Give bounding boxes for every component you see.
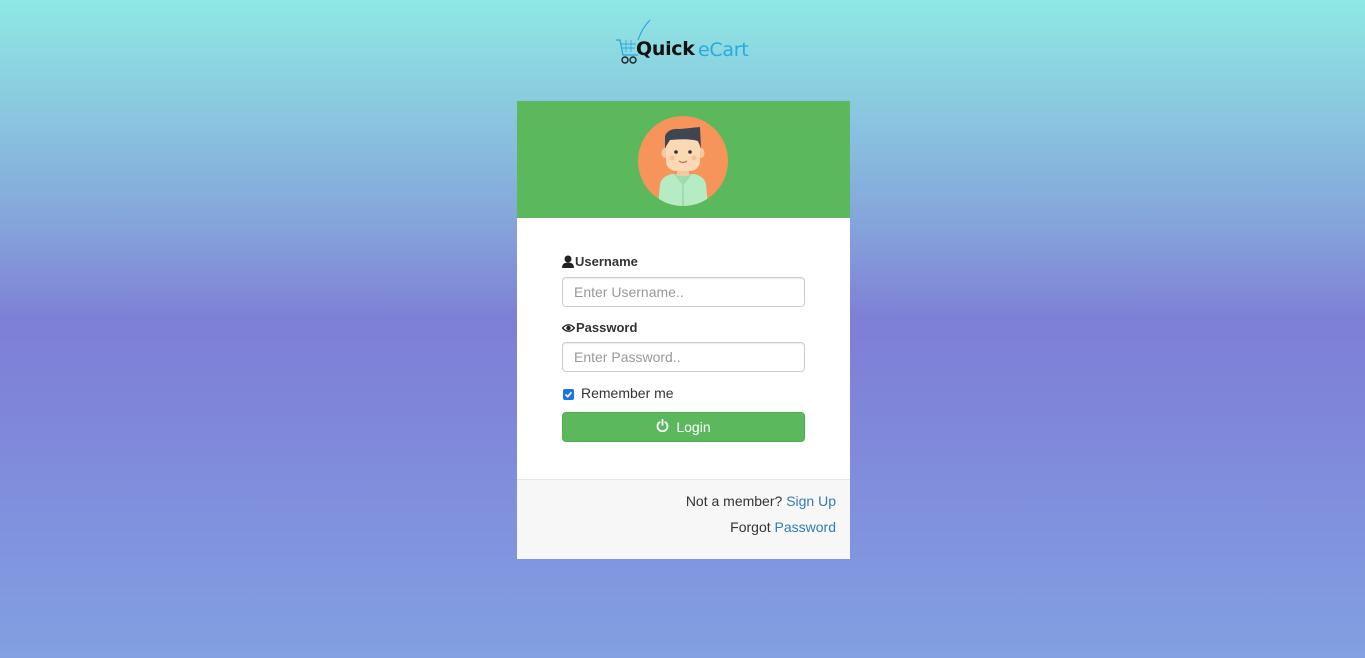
login-button-label: Login — [676, 419, 711, 435]
remember-me-checkbox[interactable] — [563, 389, 574, 400]
username-input[interactable] — [562, 277, 805, 307]
password-input[interactable] — [562, 342, 805, 372]
password-label: Password — [562, 320, 637, 335]
login-card: Username Password Remember me Lo — [517, 101, 850, 559]
check-icon — [564, 391, 573, 398]
forgot-line: Forgot Password — [730, 519, 836, 535]
login-form: Username Password Remember me Lo — [517, 218, 850, 479]
signup-line: Not a member? Sign Up — [686, 493, 836, 509]
brand-name-secondary: eCart — [698, 39, 749, 61]
remember-me[interactable]: Remember me — [562, 385, 674, 401]
forgot-password-link[interactable]: Password — [775, 519, 836, 535]
brand-logo[interactable]: Quick eCart — [614, 18, 754, 68]
card-header — [517, 101, 850, 218]
remember-me-label: Remember me — [581, 385, 674, 401]
brand-name-primary: Quick — [636, 38, 695, 60]
login-button[interactable]: Login — [562, 412, 805, 442]
user-avatar-icon — [638, 116, 728, 206]
eye-icon — [562, 323, 575, 332]
signup-link[interactable]: Sign Up — [786, 493, 836, 509]
card-footer: Not a member? Sign Up Forgot Password — [517, 479, 850, 559]
username-label: Username — [562, 254, 638, 269]
password-label-text: Password — [576, 320, 638, 335]
power-icon — [657, 419, 669, 432]
signup-prompt: Not a member? — [685, 493, 787, 509]
username-label-text: Username — [575, 254, 638, 269]
forgot-prompt: Forgot — [730, 519, 775, 535]
user-icon — [562, 255, 574, 268]
